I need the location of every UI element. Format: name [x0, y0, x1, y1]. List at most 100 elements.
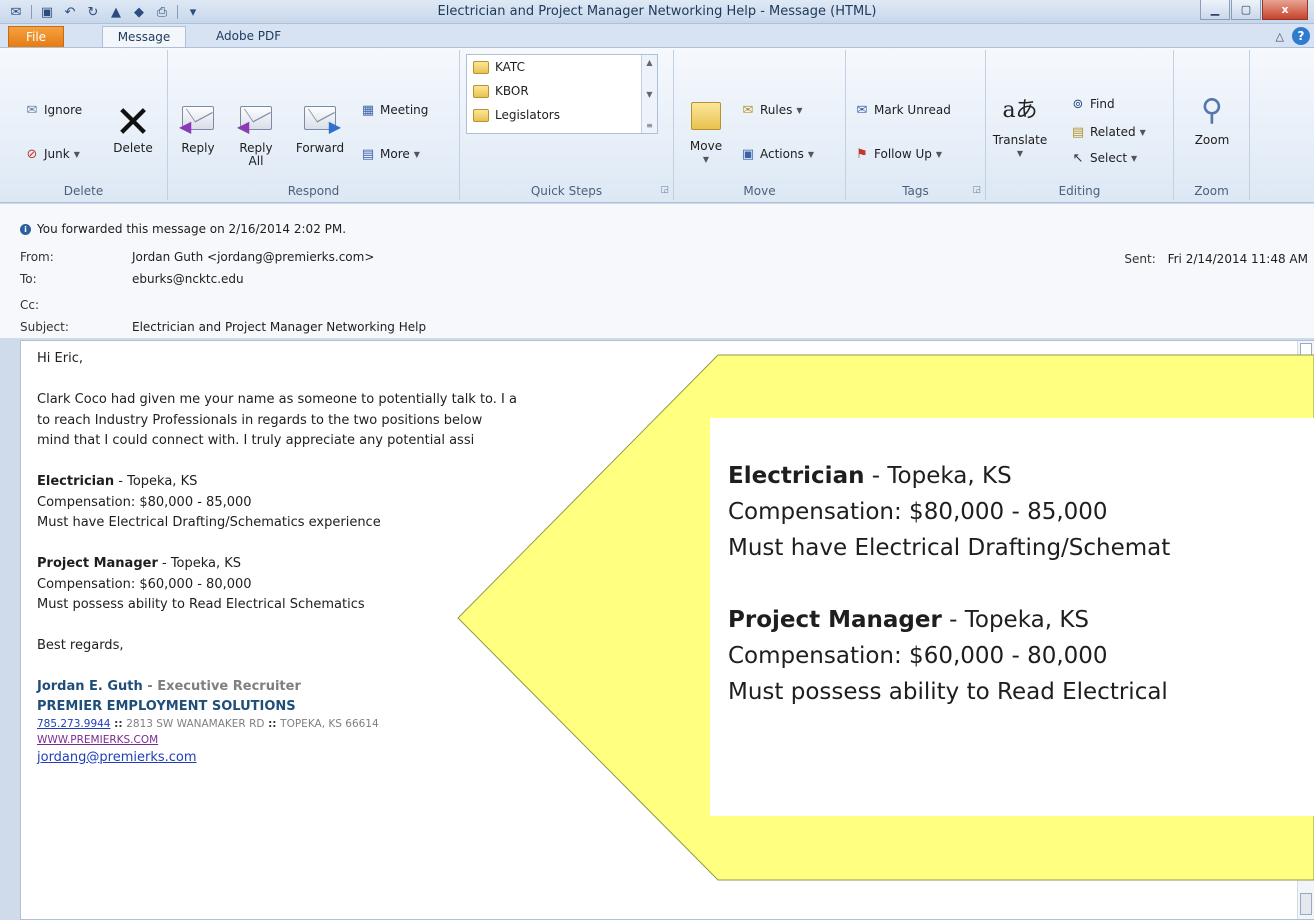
- actions-button[interactable]: ▣ Actions ▼: [740, 146, 814, 162]
- translate-button[interactable]: aあ Translate ▼: [993, 92, 1048, 160]
- sent-row: Sent: Fri 2/14/2014 11:48 AM: [1124, 252, 1308, 266]
- split-handle[interactable]: [1300, 343, 1312, 357]
- reply-all-button[interactable]: ◀ Reply All: [234, 100, 278, 168]
- group-label: Quick Steps: [530, 184, 603, 198]
- window-controls: ▁ ▢ x: [1200, 0, 1308, 20]
- ribbon-tabs: File Message Adobe PDF △ ?: [0, 24, 1314, 48]
- callout-text: Electrician - Topeka, KS Compensation: $…: [728, 458, 1170, 710]
- related-button[interactable]: ▤ Related ▼: [1070, 124, 1146, 140]
- tab-file[interactable]: File: [8, 26, 64, 48]
- dialog-launcher-icon[interactable]: ◲: [660, 185, 669, 195]
- signature-contact-line: 785.273.9944 :: 2813 SW WANAMAKER RD :: …: [37, 716, 517, 732]
- meeting-button[interactable]: ▦ Meeting: [360, 102, 429, 118]
- move-button[interactable]: Move ▼: [684, 98, 728, 166]
- folder-icon: [473, 108, 489, 122]
- from-label: From:: [20, 250, 54, 264]
- minimize-button[interactable]: ▁: [1200, 0, 1230, 20]
- scroll-down-icon[interactable]: ▼: [646, 90, 652, 99]
- address-street: 2813 SW WANAMAKER RD: [126, 717, 265, 730]
- follow-up-button[interactable]: ⚑ Follow Up ▼: [854, 146, 942, 162]
- binoculars-icon: ⊚: [1072, 96, 1084, 112]
- dialog-launcher-icon[interactable]: ◲: [972, 185, 981, 195]
- more-button[interactable]: ▤ More ▼: [360, 146, 420, 162]
- zoom-button[interactable]: ⚲ Zoom: [1184, 92, 1240, 147]
- help-icon[interactable]: ?: [1292, 27, 1310, 45]
- to-value[interactable]: eburks@ncktc.edu: [132, 272, 244, 286]
- scrollbar-thumb[interactable]: [1300, 893, 1312, 915]
- job2-compensation: Compensation: $60,000 - 80,000: [37, 576, 252, 592]
- info-bar[interactable]: i You forwarded this message on 2/16/201…: [20, 222, 346, 236]
- chevron-down-icon: ▼: [1131, 153, 1138, 163]
- folder-icon: [473, 60, 489, 74]
- minimize-ribbon-icon[interactable]: △: [1276, 30, 1284, 43]
- callout-job2-location: - Topeka, KS: [941, 607, 1090, 633]
- reply-button[interactable]: ◀ Reply: [178, 100, 218, 155]
- signature-company: PREMIER EMPLOYMENT SOLUTIONS: [37, 698, 296, 714]
- job1-requirement: Must have Electrical Drafting/Schematics…: [37, 515, 381, 530]
- quick-step-item[interactable]: KBOR: [467, 79, 657, 103]
- from-value[interactable]: Jordan Guth <jordang@premierks.com>: [132, 250, 374, 264]
- maximize-icon: ▢: [1240, 3, 1252, 16]
- chevron-down-icon: ▼: [796, 105, 803, 115]
- tab-message[interactable]: Message: [102, 26, 186, 48]
- mark-unread-icon: ✉: [856, 102, 868, 118]
- callout-job2-title: Project Manager: [728, 607, 942, 633]
- select-button[interactable]: ↖ Select ▼: [1070, 150, 1138, 166]
- signature-name: Jordan E. Guth: [37, 679, 143, 694]
- window-title: Electrician and Project Manager Networki…: [437, 4, 877, 19]
- expand-gallery-icon[interactable]: ≡: [646, 121, 653, 130]
- job1-compensation: Compensation: $80,000 - 85,000: [37, 494, 252, 510]
- paragraph-line: Clark Coco had given me your name as som…: [37, 392, 517, 407]
- job2-location: - Topeka, KS: [157, 556, 242, 571]
- email-link[interactable]: jordang@premierks.com: [37, 748, 517, 769]
- delete-icon: ✕: [114, 96, 152, 148]
- chevron-down-icon: ▼: [807, 149, 814, 159]
- phone-link[interactable]: 785.273.9944: [37, 718, 110, 730]
- mark-unread-button[interactable]: ✉ Mark Unread: [854, 102, 951, 118]
- close-button[interactable]: x: [1262, 0, 1308, 20]
- ignore-icon: ✉: [26, 102, 38, 118]
- quick-step-item[interactable]: KATC: [467, 55, 657, 79]
- callout-job2-compensation: Compensation: $60,000 - 80,000: [728, 643, 1108, 669]
- zoom-group: ⚲ Zoom Zoom: [1174, 50, 1250, 200]
- paragraph-line: mind that I could connect with. I truly …: [37, 433, 475, 448]
- quick-steps-scroll[interactable]: ▲ ▼ ≡: [641, 55, 657, 133]
- tags-group: ✉ Mark Unread ⚑ Follow Up ▼ Tags ◲: [846, 50, 986, 200]
- rules-button[interactable]: ✉ Rules ▼: [740, 102, 803, 118]
- callout-job2-heading: Project Manager - Topeka, KS: [728, 602, 1170, 638]
- cursor-icon: ↖: [1072, 150, 1084, 166]
- quick-step-item[interactable]: Legislators: [467, 103, 657, 127]
- more-icon: ▤: [361, 146, 375, 162]
- minimize-icon: ▁: [1210, 3, 1220, 16]
- subject-label: Subject:: [20, 320, 69, 334]
- message-header: i You forwarded this message on 2/16/201…: [0, 204, 1314, 338]
- reply-icon: ◀: [179, 100, 216, 136]
- scroll-up-icon[interactable]: ▲: [646, 58, 652, 67]
- callout-job1-title: Electrician: [728, 463, 865, 489]
- title-bar: ✉ ▣ ↶ ↻ ▲ ◆ ⎙ ▾ Electrician and Project …: [0, 0, 1314, 24]
- respond-group: ◀ Reply ◀ Reply All ▶ Forward ▦ Meeting …: [168, 50, 460, 200]
- editing-group: aあ Translate ▼ ⊚ Find ▤ Related ▼ ↖ Sele…: [986, 50, 1174, 200]
- quick-steps-group: KATC KBOR Legislators ▲ ▼ ≡ Quick Steps …: [460, 50, 674, 200]
- signature-title: - Executive Recruiter: [142, 679, 301, 694]
- chevron-down-icon: ▼: [73, 149, 80, 159]
- chevron-down-icon: ▼: [413, 149, 420, 159]
- ignore-button[interactable]: ✉ Ignore: [24, 102, 83, 118]
- forward-button[interactable]: ▶ Forward: [292, 100, 348, 155]
- website-link[interactable]: WWW.PREMIERKS.COM: [37, 732, 517, 748]
- tab-adobe-pdf[interactable]: Adobe PDF: [204, 26, 293, 48]
- magnifier-icon: ⚲: [1201, 92, 1223, 128]
- junk-button[interactable]: ⊘ Junk ▼: [24, 146, 80, 162]
- chevron-down-icon: ▼: [1016, 149, 1024, 158]
- maximize-button[interactable]: ▢: [1231, 0, 1261, 20]
- subject-value: Electrician and Project Manager Networki…: [132, 320, 427, 334]
- separator: ::: [264, 717, 281, 730]
- sent-label: Sent:: [1124, 252, 1156, 266]
- group-label: Move: [743, 184, 776, 198]
- ribbon: ✉ Ignore ⊘ Junk ▼ ✕ Delete Delete ◀ Repl…: [0, 47, 1314, 203]
- job1-location: - Topeka, KS: [114, 474, 198, 489]
- close-icon: x: [1281, 3, 1289, 16]
- delete-button[interactable]: ✕ Delete: [108, 96, 158, 155]
- separator: ::: [110, 717, 127, 730]
- find-button[interactable]: ⊚ Find: [1070, 96, 1115, 112]
